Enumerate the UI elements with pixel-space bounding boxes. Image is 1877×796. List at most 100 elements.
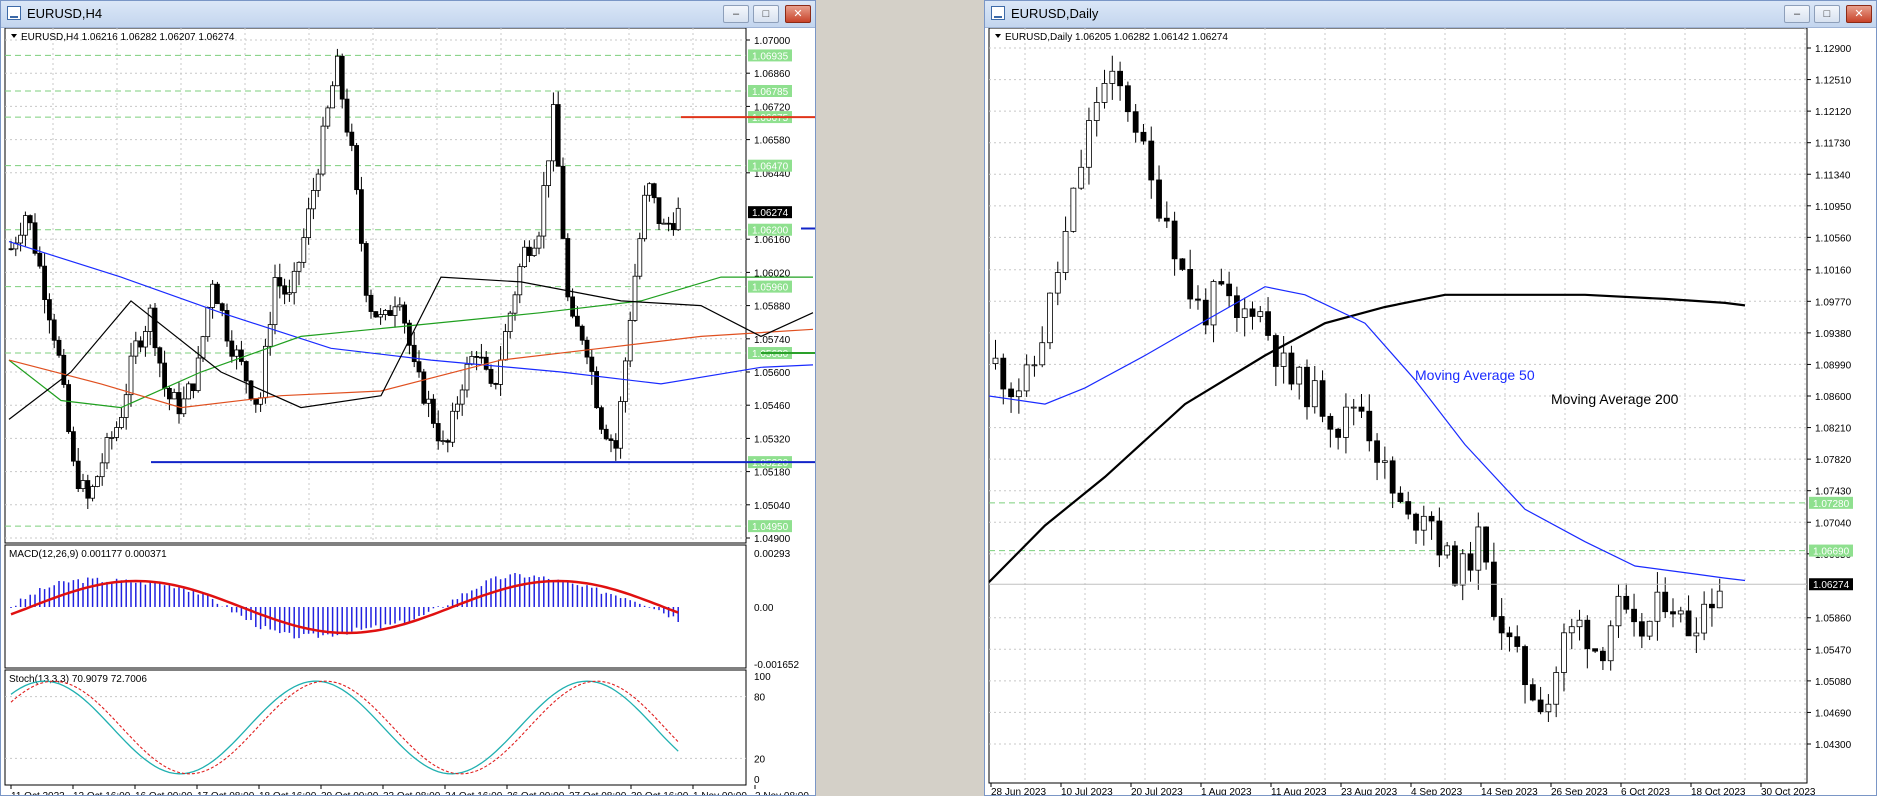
candle-body xyxy=(1179,258,1186,270)
time-label: 4 Sep 2023 xyxy=(1411,787,1463,795)
candle-body xyxy=(522,246,527,268)
price-tick-label: 1.05740 xyxy=(754,335,791,346)
candle-body xyxy=(142,331,148,348)
candle-body xyxy=(454,403,460,412)
candle-body xyxy=(219,303,225,311)
close-button[interactable]: ✕ xyxy=(785,5,811,23)
candle-body xyxy=(469,356,475,365)
time-label: 17 Oct 08:00 xyxy=(197,791,255,795)
candle-body xyxy=(1374,440,1380,463)
candle-body xyxy=(286,292,292,295)
candle-body xyxy=(392,306,398,316)
daily-chart-area[interactable]: 1.12900 1.12510 1.12120 1.11730 1.11340 1.109… xyxy=(985,28,1876,795)
candle-body xyxy=(162,362,168,389)
stoch-tick-label: 0 xyxy=(754,775,760,786)
candle-body xyxy=(27,215,33,224)
h4-symbol-header: EURUSD,H4 1.06216 1.06282 1.06207 1.0627… xyxy=(21,32,235,43)
h4-titlebar[interactable]: EURUSD,H4 – □ ✕ xyxy=(1,1,815,28)
candle-body xyxy=(1592,648,1599,652)
candle-body xyxy=(1522,646,1528,686)
candle-body xyxy=(8,248,14,251)
level-label: 1.05960 xyxy=(752,283,789,294)
time-label: 30 Oct 2023 xyxy=(1761,787,1816,795)
daily-titlebar[interactable]: EURUSD,Daily – □ ✕ xyxy=(985,1,1876,28)
minimize-button[interactable]: – xyxy=(1784,5,1810,23)
candle-body xyxy=(1257,311,1264,317)
candle-body xyxy=(378,314,384,318)
candle-body xyxy=(1693,632,1700,637)
time-label: 20 Jul 2023 xyxy=(1131,787,1183,795)
candle-body xyxy=(61,354,67,385)
candle-body xyxy=(430,398,436,424)
price-tick-label: 1.09380 xyxy=(1815,329,1852,340)
candle-body xyxy=(181,398,187,415)
candle-body xyxy=(527,246,532,256)
candle-body xyxy=(435,423,441,442)
price-tick-label: 1.05460 xyxy=(754,401,791,412)
level-label: 1.07280 xyxy=(1813,499,1850,510)
candle-body xyxy=(1428,515,1435,522)
stoch-tick-label: 20 xyxy=(754,754,766,765)
price-tick-label: 1.07820 xyxy=(1815,455,1852,466)
candle-body xyxy=(210,283,216,308)
candle-body xyxy=(166,387,172,400)
candle-body xyxy=(1008,388,1014,398)
price-tick-label: 1.08600 xyxy=(1815,392,1852,403)
candle-body xyxy=(1000,357,1007,390)
price-tick-label: 1.07040 xyxy=(1815,518,1852,529)
time-label: 11 Oct 2023 xyxy=(11,791,65,795)
minimize-button[interactable]: – xyxy=(723,5,749,23)
price-tick-label: 1.06580 xyxy=(754,136,791,147)
price-tick-label: 1.11340 xyxy=(1815,170,1851,181)
time-label: 23 Aug 2023 xyxy=(1341,787,1398,795)
candle-body xyxy=(339,55,345,100)
candle-body xyxy=(411,344,417,363)
candle-body xyxy=(1226,283,1233,297)
candle-body xyxy=(570,296,575,317)
candle-body xyxy=(32,222,38,254)
candle-body xyxy=(1062,230,1069,273)
candle-body xyxy=(1163,217,1170,222)
time-label: 6 Oct 2023 xyxy=(1621,787,1670,795)
candle-body xyxy=(114,427,119,438)
candle-body xyxy=(301,237,307,263)
price-tick-label: 1.12900 xyxy=(1815,44,1852,55)
candle-body xyxy=(1101,82,1108,103)
level-label: 1.06785 xyxy=(752,87,789,98)
candle-body xyxy=(1475,526,1482,571)
candle-body xyxy=(1615,595,1622,627)
candle-body xyxy=(1319,380,1326,417)
candle-body xyxy=(675,207,681,231)
level-label: 1.06200 xyxy=(752,226,789,237)
candle-body xyxy=(243,361,249,382)
price-tick-label: 1.04690 xyxy=(1815,708,1852,719)
candle-body xyxy=(1132,111,1139,133)
candle-body xyxy=(1047,292,1053,344)
candle-body xyxy=(1078,166,1085,189)
time-label: 11 Aug 2023 xyxy=(1271,787,1327,795)
candle-body xyxy=(416,361,422,373)
level-label: 1.04950 xyxy=(752,522,789,533)
price-tick-label: 1.08210 xyxy=(1815,424,1852,435)
candle-body xyxy=(613,440,619,449)
price-tick-label: 1.04300 xyxy=(1815,740,1852,751)
stoch-tick-label: 100 xyxy=(754,672,771,683)
time-label: 20 Oct 00:00 xyxy=(321,791,379,795)
candle-body xyxy=(502,331,508,361)
candle-body xyxy=(541,185,547,237)
restore-button[interactable]: □ xyxy=(1814,5,1840,23)
restore-button[interactable]: □ xyxy=(753,5,779,23)
daily-chart-window[interactable]: EURUSD,Daily – □ ✕ 1.12900 1.12510 1.12120… xyxy=(984,0,1877,796)
candle-body xyxy=(402,304,408,324)
h4-chart-area[interactable]: 1.070001.068601.067201.065801.064401.061… xyxy=(1,28,815,795)
h4-chart-window[interactable]: EURUSD,H4 – □ ✕ 1.07000 1.06860 1.06720 1.0… xyxy=(0,0,816,796)
candle-body xyxy=(1670,611,1676,615)
close-button[interactable]: ✕ xyxy=(1846,5,1872,23)
candle-body xyxy=(397,304,403,308)
candle-body xyxy=(296,261,302,272)
candle-body xyxy=(1335,428,1342,438)
candle-body xyxy=(18,234,24,244)
candle-body xyxy=(1600,650,1606,662)
candle-body xyxy=(478,356,484,359)
candle-body xyxy=(1171,220,1178,260)
